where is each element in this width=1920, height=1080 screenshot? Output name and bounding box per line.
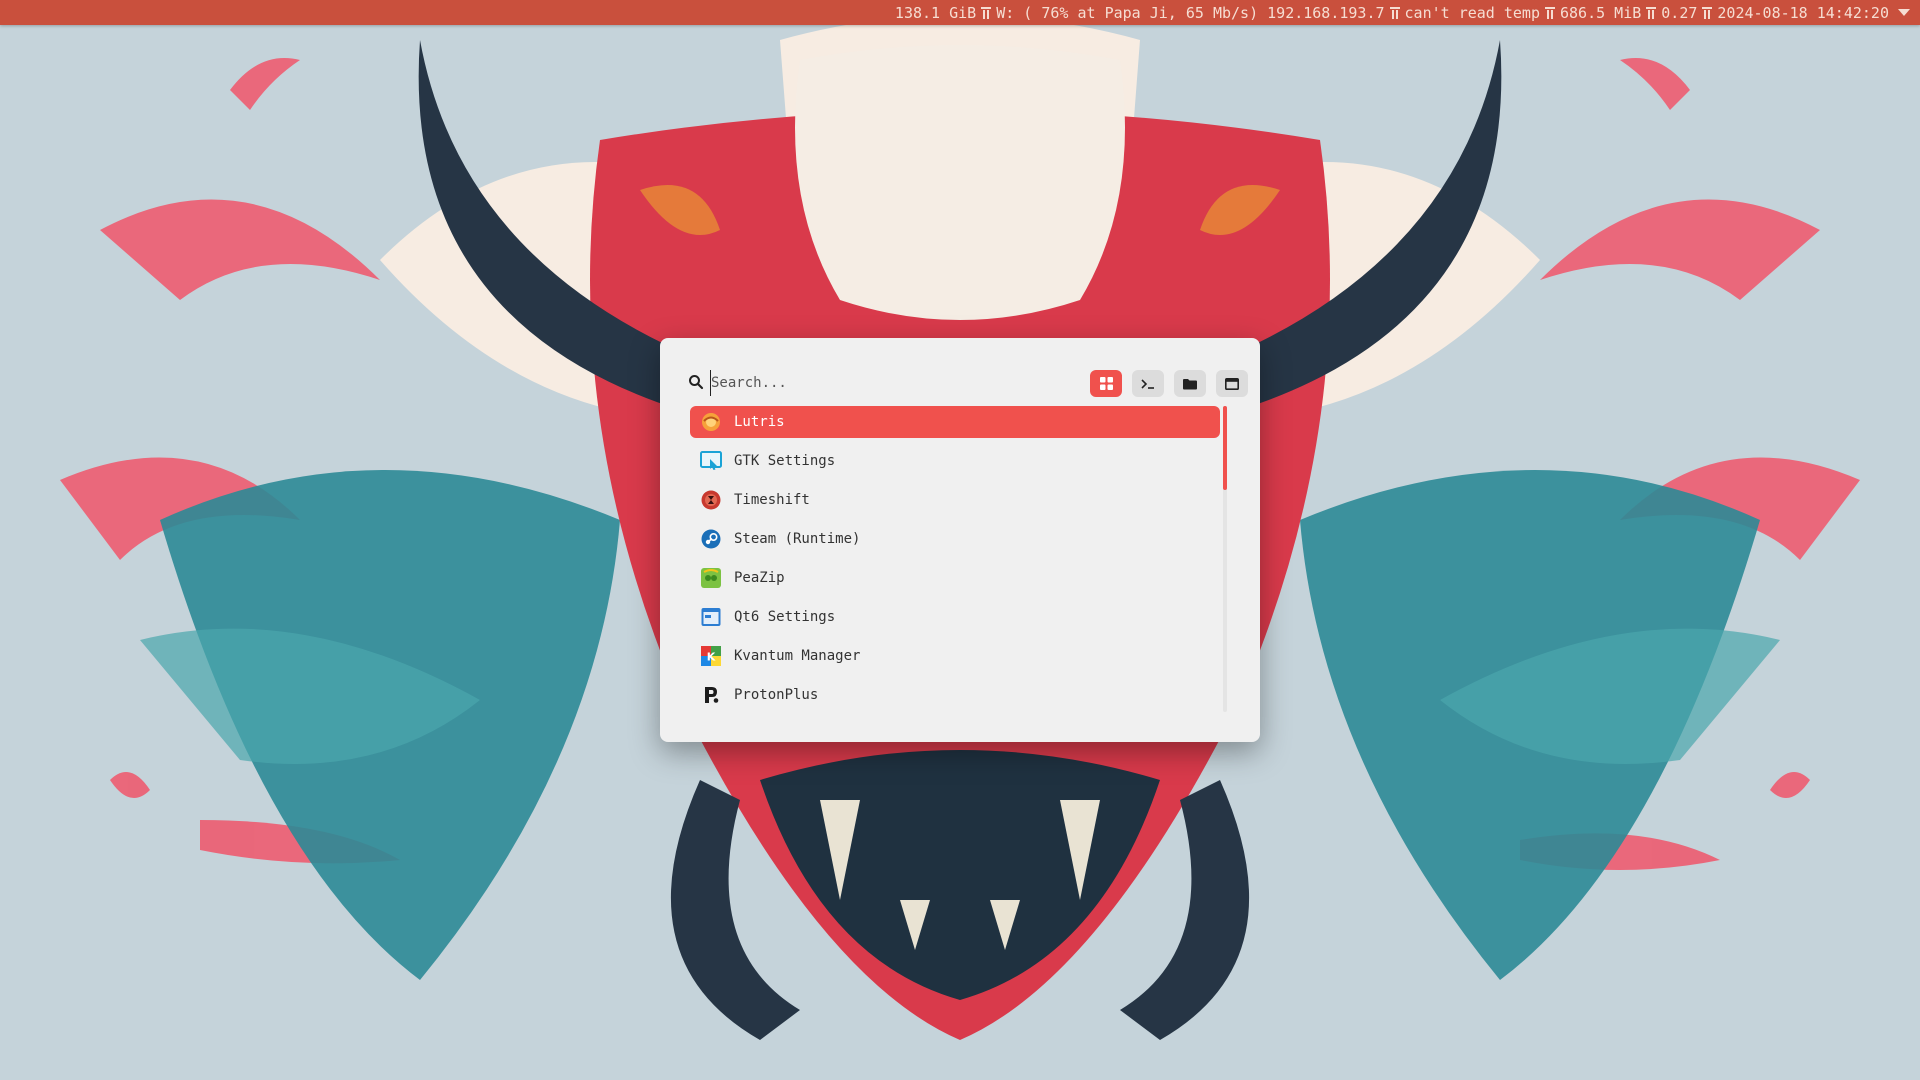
load-average: 0.27 bbox=[1661, 3, 1698, 22]
result-label: ProtonPlus bbox=[734, 687, 819, 703]
result-label: Qt6 Settings bbox=[734, 609, 836, 625]
torii-icon bbox=[1702, 6, 1713, 19]
result-lutris[interactable]: Lutris bbox=[690, 406, 1220, 438]
grid-icon bbox=[1099, 377, 1113, 390]
steam-icon bbox=[700, 528, 722, 550]
search-icon bbox=[689, 375, 704, 390]
results-scrollbar-thumb[interactable] bbox=[1223, 406, 1227, 490]
search-bar bbox=[688, 368, 1248, 398]
cpu-temp: can't read temp bbox=[1404, 3, 1540, 22]
gtk-settings-icon bbox=[700, 450, 722, 472]
result-label: GTK Settings bbox=[734, 453, 836, 469]
kvantum-icon: K bbox=[700, 645, 722, 667]
result-kvantum-manager[interactable]: K Kvantum Manager bbox=[690, 640, 1220, 672]
result-steam[interactable]: Steam (Runtime) bbox=[690, 523, 1220, 555]
search-input[interactable] bbox=[710, 370, 1011, 396]
result-gtk-settings[interactable]: GTK Settings bbox=[690, 445, 1220, 477]
result-label: PeaZip bbox=[734, 570, 785, 586]
mode-terminal-button[interactable] bbox=[1132, 370, 1164, 397]
lutris-icon bbox=[700, 411, 722, 433]
torii-icon bbox=[981, 6, 992, 19]
protonplus-icon bbox=[700, 684, 722, 706]
result-qt6-settings[interactable]: Qt6 Settings bbox=[690, 601, 1220, 633]
torii-icon bbox=[1389, 6, 1400, 19]
folder-icon bbox=[1183, 378, 1197, 389]
result-label: Lutris bbox=[734, 414, 785, 430]
result-peazip[interactable]: PeaZip bbox=[690, 562, 1220, 594]
svg-text:K: K bbox=[707, 651, 716, 664]
disk-usage: 138.1 GiB bbox=[894, 3, 977, 22]
qt6-settings-icon bbox=[700, 606, 722, 628]
result-timeshift[interactable]: Timeshift bbox=[690, 484, 1220, 516]
mode-files-button[interactable] bbox=[1174, 370, 1206, 397]
torii-icon bbox=[1545, 6, 1555, 19]
results-list: Lutris GTK Settings Timeshift Steam (Run… bbox=[690, 406, 1235, 712]
window-icon bbox=[1225, 377, 1239, 390]
status-bar: 138.1 GiB W: ( 76% at Papa Ji, 65 Mb/s) … bbox=[0, 0, 1920, 25]
result-label: Timeshift bbox=[734, 492, 810, 508]
chevron-down-icon[interactable] bbox=[1898, 9, 1910, 16]
terminal-icon bbox=[1141, 378, 1154, 389]
torii-icon bbox=[1646, 6, 1657, 19]
result-protonplus[interactable]: ProtonPlus bbox=[690, 679, 1220, 711]
wifi-status: W: ( 76% at Papa Ji, 65 Mb/s) 192.168.19… bbox=[996, 3, 1385, 22]
memory-usage: 686.5 MiB bbox=[1560, 3, 1642, 22]
clock: 2024-08-18 14:42:20 bbox=[1717, 3, 1889, 22]
result-label: Kvantum Manager bbox=[734, 648, 861, 664]
timeshift-icon bbox=[700, 489, 722, 511]
mode-windows-button[interactable] bbox=[1216, 370, 1248, 397]
app-launcher: Lutris GTK Settings Timeshift Steam (Run… bbox=[660, 338, 1260, 742]
result-label: Steam (Runtime) bbox=[734, 531, 861, 547]
mode-apps-button[interactable] bbox=[1090, 370, 1122, 397]
peazip-icon bbox=[700, 567, 722, 589]
